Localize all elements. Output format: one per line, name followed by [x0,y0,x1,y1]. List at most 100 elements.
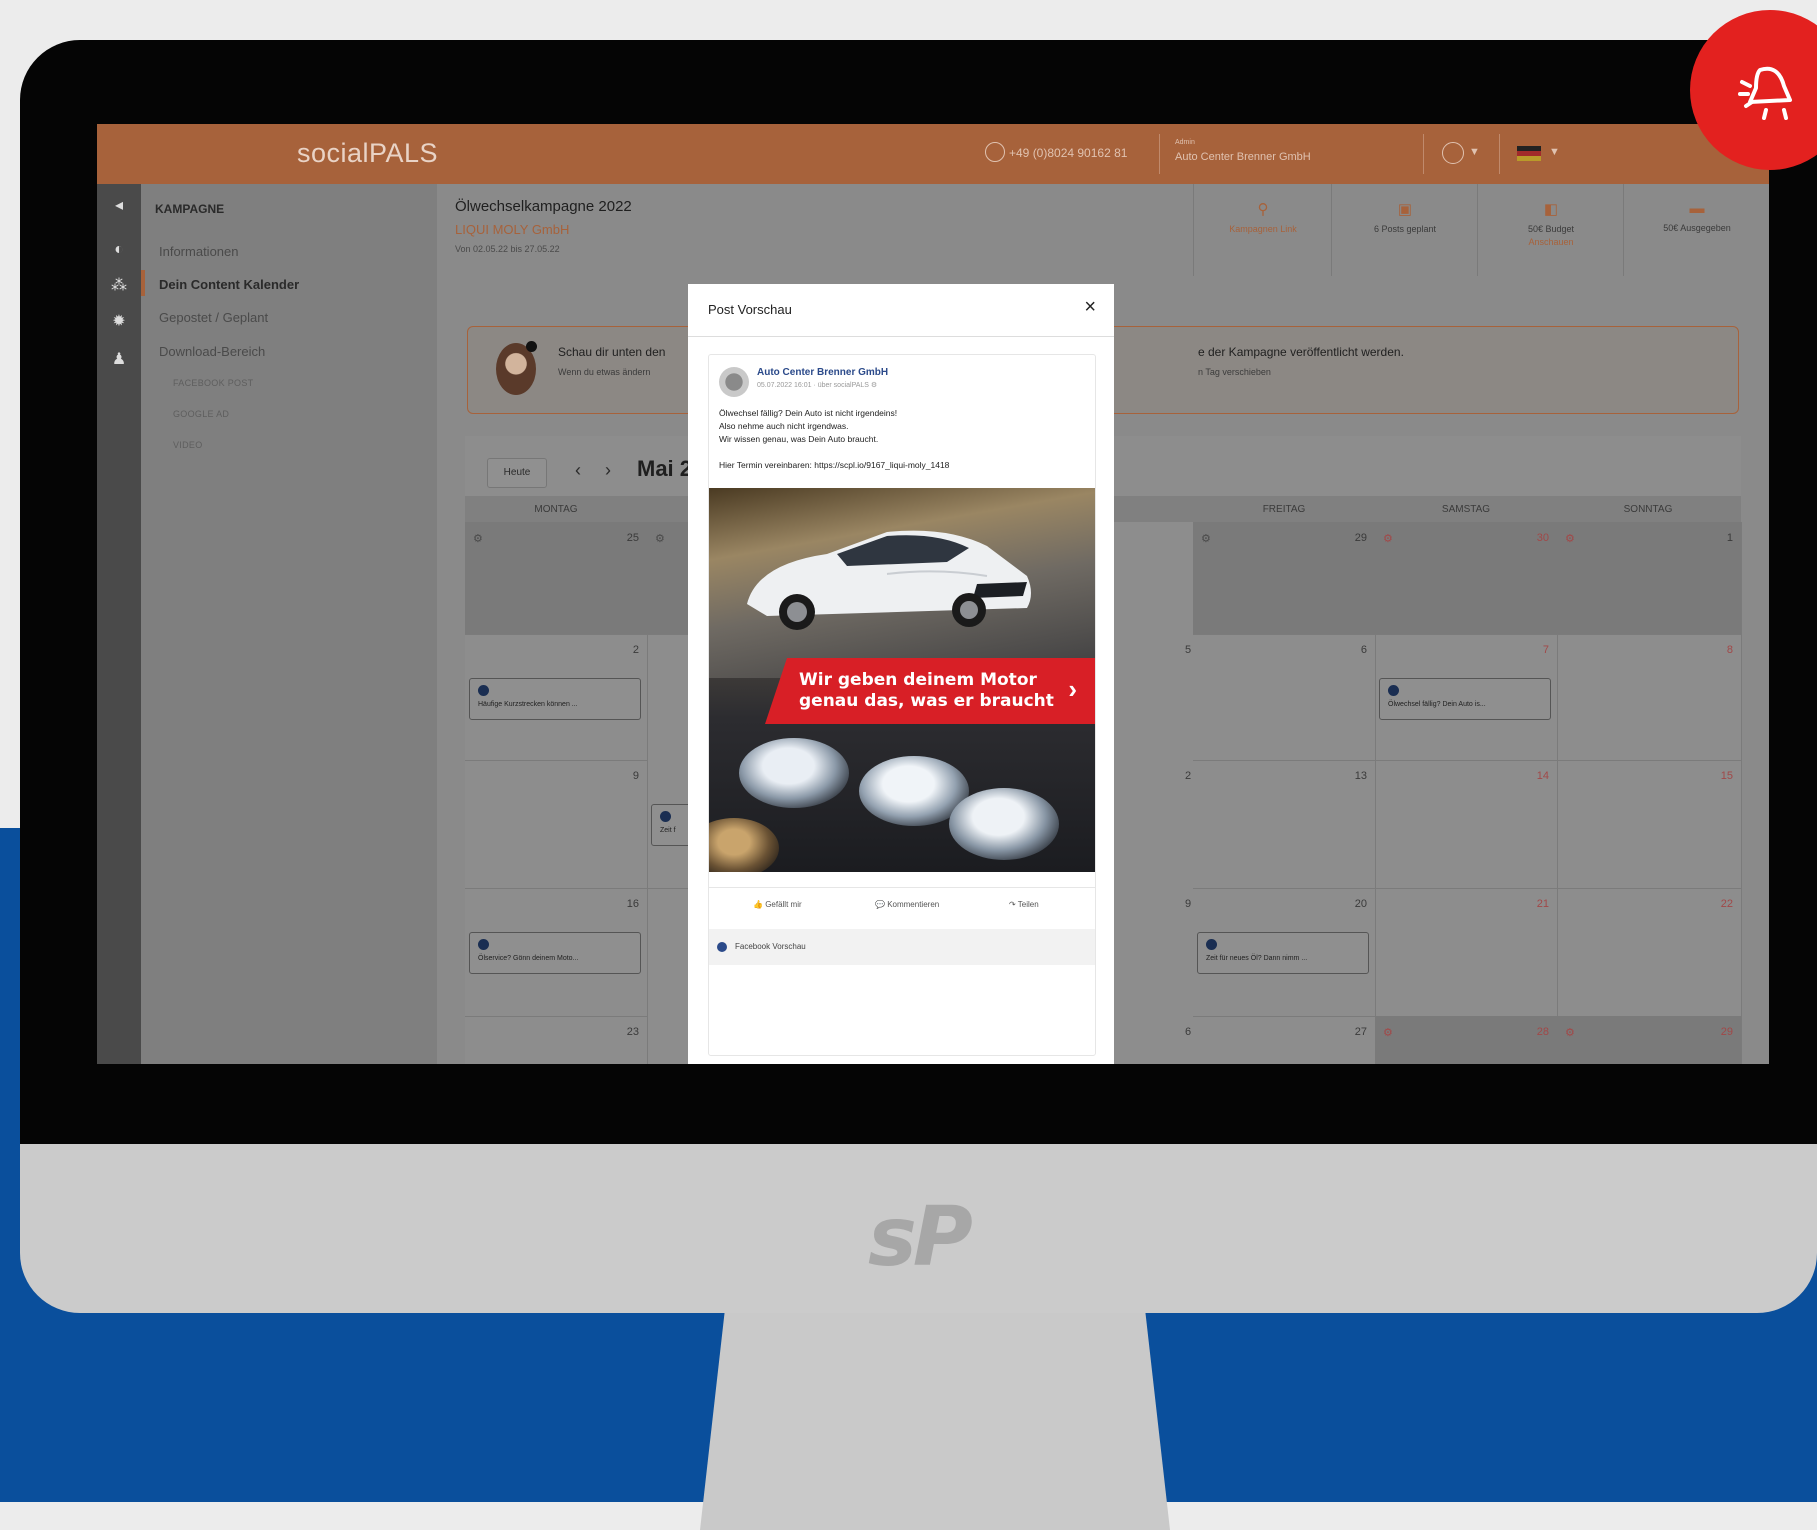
calendar-day[interactable]: 23 [465,1016,648,1064]
refresh-icon[interactable]: ◐ [109,240,129,260]
event-text: Zeit für neues Öl? Dann nimm ... [1206,955,1308,962]
prev-month-icon[interactable]: ‹ [575,460,581,481]
day-number: 30 [1536,532,1549,544]
chevron-right-icon: › [1068,674,1077,704]
sidebar-item-download[interactable]: Download-Bereich [159,344,265,359]
day-number: 22 [1720,898,1733,910]
bell-alert-icon [1738,66,1792,120]
sidebar-subitem-video[interactable]: VIDEO [173,440,203,450]
calendar-day[interactable]: ⚙ 30 [1375,522,1558,635]
like-button[interactable]: 👍 Gefällt mir [753,900,802,909]
stat-budget: ◧ 50€ Budget Anschauen [1477,184,1624,276]
icon-sidebar: ◂ ◐ ⁂ ✹ ♟ [97,184,141,1064]
calendar-day[interactable]: ⚙ 29 [1557,1016,1742,1064]
stat-campaign-link[interactable]: ⚲ Kampagnen Link [1193,184,1332,276]
banner-text: Wir geben deinem Motor genau das, was er… [799,670,1054,712]
day-number: 5 [1185,644,1192,656]
megaphone-icon[interactable]: ◂ [109,196,129,216]
day-name: SONNTAG [1623,504,1673,515]
piston-image [709,818,779,872]
day-number: 9 [632,770,639,782]
campaign-sidebar: KAMPAGNE Informationen Dein Content Kale… [141,184,437,1064]
monitor-logo: sP [868,1190,973,1285]
brand-logo[interactable]: socialPALS [297,138,438,169]
calendar-day[interactable]: 7 Ölwechsel fällig? Dein Auto is... [1375,634,1558,761]
calendar-day[interactable]: ⚙ 1 [1557,522,1742,635]
day-number: 6 [1360,644,1367,656]
chevron-down-icon[interactable]: ▼ [1549,146,1560,158]
day-number: 25 [626,532,639,544]
language-flag-icon[interactable] [1517,146,1541,161]
calendar-day[interactable]: 2 Häufige Kurzstrecken können ... [465,634,648,761]
close-icon[interactable]: × [1084,296,1096,319]
phone-number[interactable]: +49 (0)8024 90162 81 [1009,146,1127,160]
sidebar-item-content-kalender[interactable]: Dein Content Kalender [159,277,299,292]
calendar-day[interactable]: 9 [465,760,648,889]
post-image: Wir geben deinem Motor genau das, was er… [709,488,1095,872]
gear-icon: ⚙ [1565,1027,1575,1039]
calendar-day[interactable]: 15 [1557,760,1742,889]
link-icon: ⚲ [1257,201,1269,218]
calendar-event[interactable]: Ölwechsel fällig? Dein Auto is... [1379,678,1551,720]
day-name: SAMSTAG [1441,504,1491,515]
facebook-icon [1206,939,1217,950]
calendar-day[interactable]: 6 27 [1185,1016,1376,1064]
calendar-day[interactable]: 21 [1375,888,1558,1017]
sidebar-item-informationen[interactable]: Informationen [159,244,239,259]
profile-icon[interactable] [1442,142,1464,164]
stat-label: 6 Posts geplant [1373,224,1437,234]
stats-bar: ⚲ Kampagnen Link ▣ 6 Posts geplant ◧ 50€… [1193,184,1769,276]
share-button[interactable]: ↷ Teilen [1009,900,1039,909]
chevron-down-icon[interactable]: ▼ [1469,146,1480,158]
budget-view-link[interactable]: Anschauen [1478,237,1624,247]
calendar-day[interactable]: 8 [1557,634,1742,761]
today-button[interactable]: Heute [487,458,547,488]
calendar-day[interactable]: 5 6 [1185,634,1376,761]
calendar-day[interactable]: ⚙ 29 [1193,522,1376,635]
calendar-day[interactable]: 14 [1375,760,1558,889]
share-label: Teilen [1017,900,1039,909]
sidebar-subitem-google[interactable]: GOOGLE AD [173,409,229,419]
calendar-day[interactable]: ⚙ 28 [1375,1016,1558,1064]
preview-footer: Facebook Vorschau [709,929,1095,965]
banner-line: genau das, was er braucht [799,691,1054,711]
calendar-day[interactable]: 9 20 Zeit für neues Öl? Dann nimm ... [1185,888,1376,1017]
calendar-day[interactable]: 2 13 [1185,760,1376,889]
lightbulb-icon[interactable]: ✹ [109,312,129,332]
post-actions: 👍 Gefällt mir 💬 Kommentieren ↷ Teilen [709,887,1095,918]
gear-icon: ⚙ [1565,533,1575,545]
calendar-day[interactable]: 16 Ölservice? Gönn deinem Moto... [465,888,648,1017]
day-number: 6 [1185,1026,1192,1038]
post-author[interactable]: Auto Center Brenner GmbH [757,367,888,378]
post-link[interactable]: Hier Termin vereinbaren: https://scpl.io… [719,459,1089,472]
facebook-icon [478,685,489,696]
user-name: Auto Center Brenner GmbH [1175,151,1311,163]
stat-label: 50€ Ausgegeben [1663,223,1731,233]
user-account[interactable]: Admin Auto Center Brenner GmbH [1175,136,1311,164]
campaign-title: Ölwechselkampagne 2022 [455,198,632,215]
phone-icon [985,142,1005,162]
ad-banner: Wir geben deinem Motor genau das, was er… [765,658,1095,724]
sidebar-subitem-facebook[interactable]: FACEBOOK POST [173,378,253,388]
comment-button[interactable]: 💬 Kommentieren [875,900,939,909]
divider [1159,134,1160,174]
facebook-icon [1388,685,1399,696]
calendar-event[interactable]: Ölservice? Gönn deinem Moto... [469,932,641,974]
post-line: Wir wissen genau, was Dein Auto braucht. [719,434,879,444]
calendar-event[interactable]: Häufige Kurzstrecken können ... [469,678,641,720]
day-number: 20 [1354,898,1367,910]
sidebar-item-gepostet[interactable]: Gepostet / Geplant [159,310,268,325]
next-month-icon[interactable]: › [605,460,611,481]
share-icon[interactable]: ⁂ [109,276,129,296]
gear-icon: ⚙ [473,533,483,545]
facebook-icon [660,811,671,822]
comment-label: Kommentieren [887,900,940,909]
calendar-event[interactable]: Zeit für neues Öl? Dann nimm ... [1197,932,1369,974]
calendar-day[interactable]: 22 [1557,888,1742,1017]
stat-label: Kampagnen Link [1229,224,1297,234]
calendar-day[interactable]: ⚙ 25 [465,522,648,635]
event-text: Zeit f [660,827,676,834]
budget-icon: ◧ [1543,201,1559,218]
add-user-icon[interactable]: ♟ [109,350,129,370]
day-number: 27 [1354,1026,1367,1038]
